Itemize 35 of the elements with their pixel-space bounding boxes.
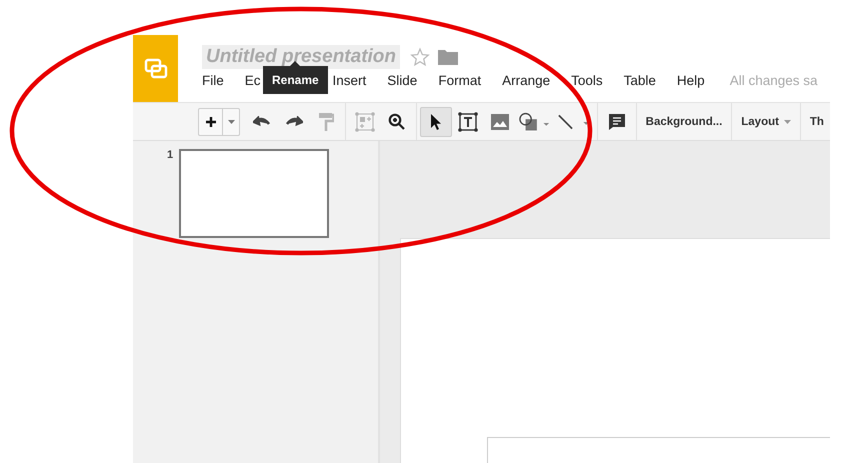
toolbar-button[interactable]: Th xyxy=(804,116,830,128)
image-icon xyxy=(490,114,509,130)
toolbar-button[interactable]: Layout xyxy=(735,116,797,128)
paint-roller-icon xyxy=(318,112,334,132)
caret-icon xyxy=(228,120,235,124)
slides-icon xyxy=(144,56,168,80)
shapes-icon xyxy=(518,112,551,132)
plus-icon xyxy=(205,116,217,128)
redo-icon xyxy=(285,116,303,128)
menu-item[interactable]: Slide xyxy=(387,72,418,88)
folder-icon[interactable] xyxy=(438,48,458,66)
tooltip: Rename xyxy=(263,66,328,94)
text-box-icon xyxy=(456,110,479,132)
menu-item[interactable]: Tools xyxy=(571,72,603,88)
menu-item[interactable]: Ec xyxy=(244,72,261,88)
undo-icon xyxy=(253,116,271,128)
slide-thumbnail[interactable] xyxy=(179,149,330,238)
new-slide-button[interactable] xyxy=(198,108,240,136)
caret-icon xyxy=(784,120,791,124)
menu-item[interactable]: Insert xyxy=(332,72,366,88)
star-icon[interactable] xyxy=(410,47,430,67)
menu-item[interactable]: Arrange xyxy=(502,72,550,88)
comment-icon xyxy=(608,112,626,130)
select-frame-icon xyxy=(354,110,376,132)
zoom-icon xyxy=(388,112,406,130)
cursor-icon xyxy=(430,112,442,130)
toolbar-button[interactable]: Background... xyxy=(640,116,728,128)
menu-item[interactable]: File xyxy=(202,72,224,88)
menu-item[interactable]: Format xyxy=(438,72,482,88)
menu-item[interactable]: Table xyxy=(624,72,656,88)
select-button[interactable] xyxy=(420,106,452,136)
save-status: All changes sa xyxy=(730,72,818,88)
slide-number: 1 xyxy=(167,149,174,163)
menu-item[interactable]: Help xyxy=(676,72,705,88)
tooltip-arrow-icon xyxy=(290,61,300,66)
